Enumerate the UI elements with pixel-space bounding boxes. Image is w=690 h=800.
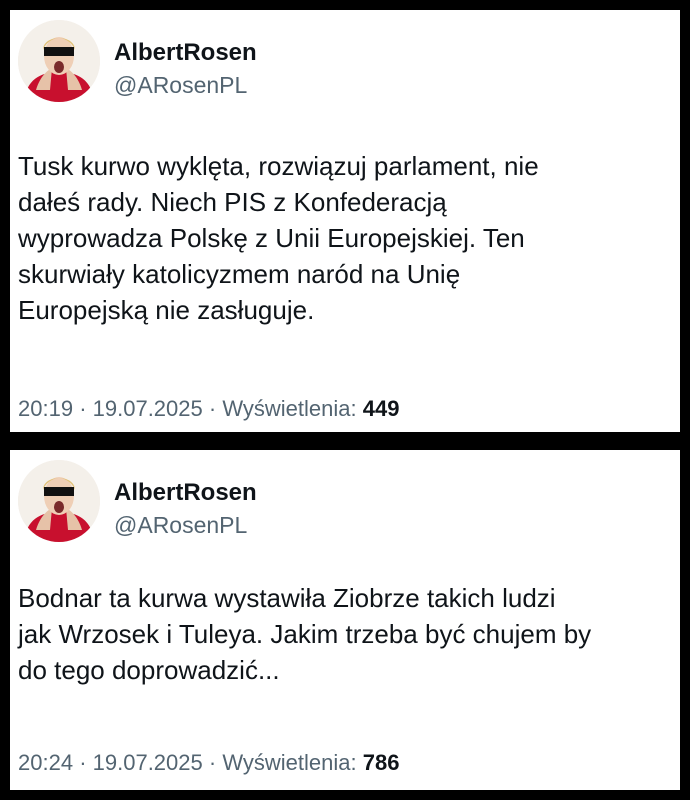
tweet-meta: 20:19 · 19.07.2025 · Wyświetlenia: 449 <box>18 396 399 422</box>
author-display-name[interactable]: AlbertRosen <box>114 38 257 68</box>
tweet-text-line: dałeś rady. Niech PIS z Konfederacją <box>18 187 447 217</box>
tweet-text-line: skurwiały katolicyzmem naród na Unię <box>18 259 461 289</box>
views-count: 449 <box>362 396 400 421</box>
author-handle[interactable]: @ARosenPL <box>114 510 257 540</box>
tweet-text-line: do tego doprowadzić... <box>18 655 280 685</box>
tweet-text-line: Bodnar ta kurwa wystawiła Ziobrze takich… <box>18 583 556 613</box>
views-count: 786 <box>362 750 400 775</box>
tweet-meta: 20:24 · 19.07.2025 · Wyświetlenia: 786 <box>18 750 399 776</box>
tweet-time[interactable]: 20:19 <box>18 396 73 421</box>
profile-avatar-icon[interactable] <box>18 460 100 542</box>
profile-avatar-icon[interactable] <box>18 20 100 102</box>
author-names: AlbertRosen @ARosenPL <box>114 478 257 540</box>
author-handle[interactable]: @ARosenPL <box>114 70 257 100</box>
tweet-card[interactable]: AlbertRosen @ARosenPL Bodnar ta kurwa wy… <box>10 450 680 790</box>
tweet-text-line: Europejską nie zasługuje. <box>18 295 315 325</box>
tweet-card[interactable]: AlbertRosen @ARosenPL Tusk kurwo wyklęta… <box>10 10 680 432</box>
tweet-text-line: Tusk kurwo wyklęta, rozwiązuj parlament,… <box>18 151 539 181</box>
meta-separator: · <box>79 750 87 775</box>
tweet-date[interactable]: 19.07.2025 <box>93 750 203 775</box>
tweet-header: AlbertRosen @ARosenPL <box>18 20 257 106</box>
avatar-image <box>18 20 100 102</box>
avatar-image <box>18 460 100 542</box>
views-label: Wyświetlenia: <box>222 396 357 421</box>
tweet-header: AlbertRosen @ARosenPL <box>18 460 257 546</box>
meta-separator: · <box>208 750 217 775</box>
tweet-text-line: jak Wrzosek i Tuleya. Jakim trzeba być c… <box>18 619 592 649</box>
views-label: Wyświetlenia: <box>222 750 357 775</box>
meta-separator: · <box>79 396 87 421</box>
tweet-text: Bodnar ta kurwa wystawiła Ziobrze takich… <box>18 580 666 688</box>
tweet-date[interactable]: 19.07.2025 <box>93 396 203 421</box>
tweet-time[interactable]: 20:24 <box>18 750 73 775</box>
author-display-name[interactable]: AlbertRosen <box>114 478 257 508</box>
tweet-text: Tusk kurwo wyklęta, rozwiązuj parlament,… <box>18 148 666 328</box>
author-names: AlbertRosen @ARosenPL <box>114 38 257 100</box>
tweet-text-line: wyprowadza Polskę z Unii Europejskiej. T… <box>18 223 525 253</box>
meta-separator: · <box>208 396 217 421</box>
